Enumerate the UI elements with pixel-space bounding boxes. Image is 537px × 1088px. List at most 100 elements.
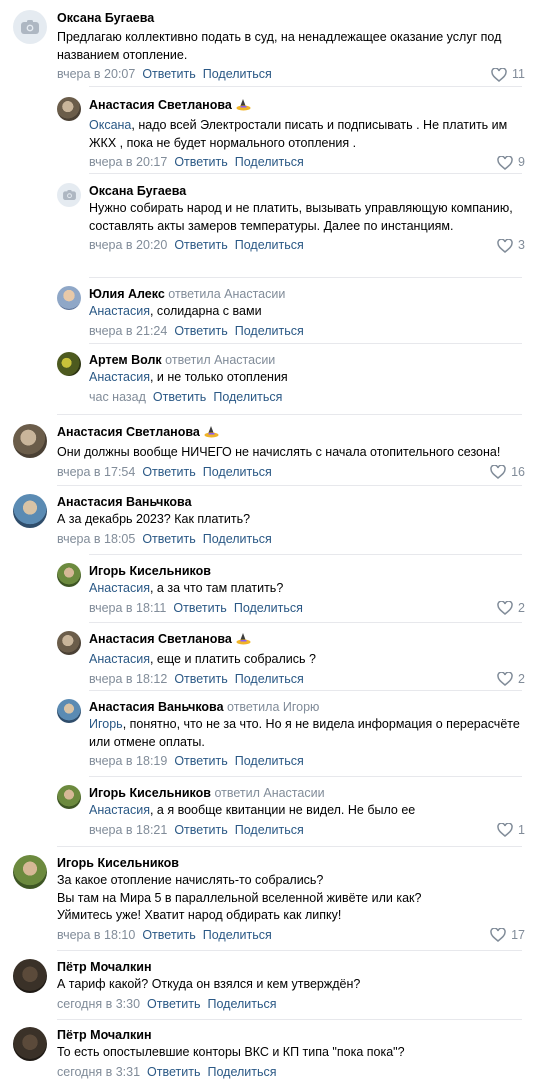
reply-button[interactable]: Ответить bbox=[174, 155, 227, 169]
share-button[interactable]: Поделиться bbox=[207, 1065, 276, 1079]
reply-button[interactable]: Ответить bbox=[174, 823, 227, 837]
author-name-text[interactable]: Игорь Кисельников bbox=[89, 786, 211, 800]
comment-text: Нужно собирать народ и не платить, вызыв… bbox=[89, 201, 513, 233]
reply-button[interactable]: Ответить bbox=[174, 324, 227, 338]
timestamp[interactable]: вчера в 18:21 bbox=[89, 823, 167, 837]
like-button[interactable]: 1 bbox=[497, 822, 525, 839]
share-button[interactable]: Поделиться bbox=[235, 672, 304, 686]
avatar[interactable] bbox=[57, 699, 81, 723]
mention-link[interactable]: Анастасия bbox=[89, 370, 150, 384]
author-name[interactable]: Анастасия Ваньчкова ответила Игорю bbox=[89, 699, 525, 716]
reply-button[interactable]: Ответить bbox=[142, 67, 195, 81]
timestamp[interactable]: час назад bbox=[89, 390, 146, 404]
mention-link[interactable]: Анастасия bbox=[89, 652, 150, 666]
author-name[interactable]: Оксана Бугаева bbox=[89, 183, 525, 200]
like-button[interactable]: 2 bbox=[497, 671, 525, 688]
reply-button[interactable]: Ответить bbox=[174, 754, 227, 768]
author-name[interactable]: Оксана Бугаева bbox=[57, 10, 525, 27]
timestamp[interactable]: вчера в 20:20 bbox=[89, 238, 167, 252]
mention-link[interactable]: Анастасия bbox=[89, 803, 150, 817]
reply-target[interactable]: ответил Анастасии bbox=[165, 353, 275, 367]
author-name-text[interactable]: Юлия Алекс bbox=[89, 287, 165, 301]
comment-text-body: , понятно, что не за что. Но я не видела… bbox=[89, 717, 520, 749]
avatar[interactable] bbox=[13, 10, 47, 44]
reply-button[interactable]: Ответить bbox=[174, 672, 227, 686]
reply-button[interactable]: Ответить bbox=[147, 997, 200, 1011]
author-name[interactable]: Анастасия Светланова bbox=[57, 424, 525, 444]
share-button[interactable]: Поделиться bbox=[235, 155, 304, 169]
timestamp[interactable]: вчера в 18:19 bbox=[89, 754, 167, 768]
timestamp[interactable]: вчера в 18:05 bbox=[57, 532, 135, 546]
reply-target[interactable]: ответил Анастасии bbox=[214, 786, 324, 800]
reply-button[interactable]: Ответить bbox=[142, 532, 195, 546]
mention-link[interactable]: Игорь bbox=[89, 717, 123, 731]
timestamp[interactable]: вчера в 18:10 bbox=[57, 928, 135, 942]
mention-link[interactable]: Анастасия bbox=[89, 581, 150, 595]
timestamp[interactable]: вчера в 20:07 bbox=[57, 67, 135, 81]
avatar[interactable] bbox=[57, 352, 81, 376]
timestamp[interactable]: вчера в 17:54 bbox=[57, 465, 135, 479]
timestamp[interactable]: вчера в 18:12 bbox=[89, 672, 167, 686]
reply-target[interactable]: ответила Игорю bbox=[227, 700, 319, 714]
timestamp[interactable]: сегодня в 3:31 bbox=[57, 1065, 140, 1079]
author-name[interactable]: Анастасия Светланова bbox=[89, 631, 525, 651]
share-button[interactable]: Поделиться bbox=[235, 324, 304, 338]
reply-button[interactable]: Ответить bbox=[142, 465, 195, 479]
author-name-text[interactable]: Анастасия Светланова bbox=[89, 632, 232, 646]
author-name-text[interactable]: Анастасия Ваньчкова bbox=[89, 700, 224, 714]
author-name[interactable]: Пётр Мочалкин bbox=[57, 1027, 525, 1044]
like-button[interactable]: 17 bbox=[490, 927, 525, 944]
author-name[interactable]: Игорь Кисельников ответил Анастасии bbox=[89, 785, 525, 802]
reply-target[interactable]: ответила Анастасии bbox=[168, 287, 285, 301]
avatar[interactable] bbox=[13, 959, 47, 993]
author-name[interactable]: Игорь Кисельников bbox=[57, 855, 525, 872]
reply-button[interactable]: Ответить bbox=[142, 928, 195, 942]
like-button[interactable]: 9 bbox=[497, 154, 525, 171]
mention-link[interactable]: Оксана bbox=[89, 118, 131, 132]
share-button[interactable]: Поделиться bbox=[203, 532, 272, 546]
like-button[interactable]: 3 bbox=[497, 237, 525, 254]
author-name[interactable]: Анастасия Светланова bbox=[89, 97, 525, 117]
reply-button[interactable]: Ответить bbox=[153, 390, 206, 404]
author-name[interactable]: Артем Волк ответил Анастасии bbox=[89, 352, 525, 369]
avatar[interactable] bbox=[57, 563, 81, 587]
like-button[interactable]: 2 bbox=[497, 600, 525, 617]
avatar[interactable] bbox=[13, 494, 47, 528]
like-button[interactable]: 16 bbox=[490, 464, 525, 481]
share-button[interactable]: Поделиться bbox=[207, 997, 276, 1011]
avatar[interactable] bbox=[13, 424, 47, 458]
mention-link[interactable]: Анастасия bbox=[89, 304, 150, 318]
avatar[interactable] bbox=[57, 631, 81, 655]
share-button[interactable]: Поделиться bbox=[213, 390, 282, 404]
author-name-text[interactable]: Анастасия Светланова bbox=[57, 425, 200, 439]
share-button[interactable]: Поделиться bbox=[203, 465, 272, 479]
timestamp[interactable]: сегодня в 3:30 bbox=[57, 997, 140, 1011]
share-button[interactable]: Поделиться bbox=[203, 928, 272, 942]
comment-line: Вы там на Мира 5 в параллельной вселенно… bbox=[57, 890, 422, 905]
reply-button[interactable]: Ответить bbox=[147, 1065, 200, 1079]
author-name-text[interactable]: Анастасия Светланова bbox=[89, 98, 232, 112]
avatar[interactable] bbox=[13, 855, 47, 889]
author-name[interactable]: Игорь Кисельников bbox=[89, 563, 525, 580]
timestamp[interactable]: вчера в 21:24 bbox=[89, 324, 167, 338]
share-button[interactable]: Поделиться bbox=[234, 601, 303, 615]
like-button[interactable]: 11 bbox=[491, 66, 525, 83]
author-name-text[interactable]: Артем Волк bbox=[89, 353, 162, 367]
reply-button[interactable]: Ответить bbox=[173, 601, 226, 615]
separator bbox=[89, 622, 522, 623]
author-name[interactable]: Пётр Мочалкин bbox=[57, 959, 525, 976]
reply-button[interactable]: Ответить bbox=[174, 238, 227, 252]
avatar[interactable] bbox=[13, 1027, 47, 1061]
author-name[interactable]: Анастасия Ваньчкова bbox=[57, 494, 525, 511]
share-button[interactable]: Поделиться bbox=[203, 67, 272, 81]
avatar[interactable] bbox=[57, 286, 81, 310]
avatar[interactable] bbox=[57, 785, 81, 809]
avatar[interactable] bbox=[57, 183, 81, 207]
avatar[interactable] bbox=[57, 97, 81, 121]
author-name[interactable]: Юлия Алекс ответила Анастасии bbox=[89, 286, 525, 303]
timestamp[interactable]: вчера в 18:11 bbox=[89, 601, 166, 615]
share-button[interactable]: Поделиться bbox=[235, 238, 304, 252]
share-button[interactable]: Поделиться bbox=[235, 754, 304, 768]
share-button[interactable]: Поделиться bbox=[235, 823, 304, 837]
timestamp[interactable]: вчера в 20:17 bbox=[89, 155, 167, 169]
